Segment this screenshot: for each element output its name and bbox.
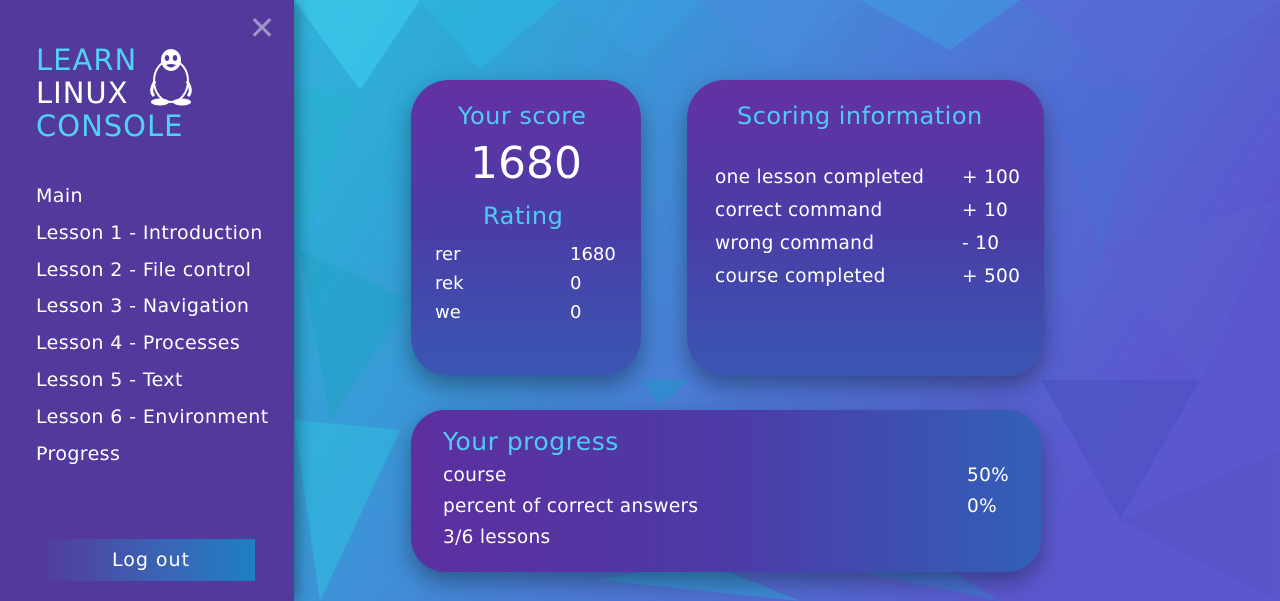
scoring-row: one lesson completed + 100 [715, 167, 1035, 200]
scoring-info-title: Scoring information [737, 102, 983, 130]
rating-title: Rating [483, 202, 564, 230]
score-card: Your score 1680 Rating rer 1680 rek 0 we… [411, 80, 641, 376]
progress-card: Your progress course 50% percent of corr… [411, 410, 1041, 572]
close-icon[interactable]: ✕ [248, 12, 276, 44]
rating-name: we [435, 302, 461, 323]
sidebar-item-lesson-4[interactable]: Lesson 4 - Processes [36, 325, 269, 362]
progress-label: 3/6 lessons [443, 527, 551, 548]
tux-penguin-icon [150, 49, 192, 106]
sidebar-item-main[interactable]: Main [36, 178, 269, 215]
scoring-row: wrong command - 10 [715, 233, 1035, 266]
scoring-value: + 10 [962, 200, 1009, 221]
score-value: 1680 [470, 138, 582, 189]
scoring-label: correct command [715, 200, 883, 221]
rating-value: 0 [570, 273, 582, 294]
progress-row: percent of correct answers 0% [443, 496, 1023, 527]
rating-name: rek [435, 273, 464, 294]
progress-label: percent of correct answers [443, 496, 699, 517]
rating-value: 0 [570, 302, 582, 323]
scoring-value: + 500 [962, 266, 1021, 287]
sidebar-item-lesson-3[interactable]: Lesson 3 - Navigation [36, 288, 269, 325]
scoring-info-card: Scoring information one lesson completed… [687, 80, 1044, 376]
progress-label: course [443, 465, 507, 486]
rating-value: 1680 [570, 244, 616, 265]
progress-title: Your progress [443, 427, 619, 456]
sidebar-menu: Main Lesson 1 - Introduction Lesson 2 - … [36, 178, 269, 472]
score-title: Your score [458, 102, 587, 130]
sidebar-item-lesson-1[interactable]: Lesson 1 - Introduction [36, 215, 269, 252]
scoring-row: correct command + 10 [715, 200, 1035, 233]
sidebar-item-progress[interactable]: Progress [36, 436, 269, 473]
progress-row: course 50% [443, 465, 1023, 496]
scoring-label: one lesson completed [715, 167, 925, 188]
scoring-label: wrong command [715, 233, 875, 254]
progress-row: 3/6 lessons [443, 527, 1023, 558]
scoring-row: course completed + 500 [715, 266, 1035, 299]
logout-button[interactable]: Log out [47, 539, 255, 581]
sidebar-item-lesson-5[interactable]: Lesson 5 - Text [36, 362, 269, 399]
scoring-label: course completed [715, 266, 886, 287]
logo-line-console: CONSOLE [36, 109, 184, 143]
progress-value: 0% [967, 496, 997, 517]
rating-name: rer [435, 244, 461, 265]
sidebar: ✕ LEARN LINUX CONSOLE Main Lesson 1 - In… [0, 0, 294, 601]
scoring-value: - 10 [962, 233, 1000, 254]
sidebar-item-lesson-6[interactable]: Lesson 6 - Environment [36, 399, 269, 436]
scoring-value: + 100 [962, 167, 1021, 188]
sidebar-item-lesson-2[interactable]: Lesson 2 - File control [36, 252, 269, 289]
progress-value: 50% [967, 465, 1010, 486]
